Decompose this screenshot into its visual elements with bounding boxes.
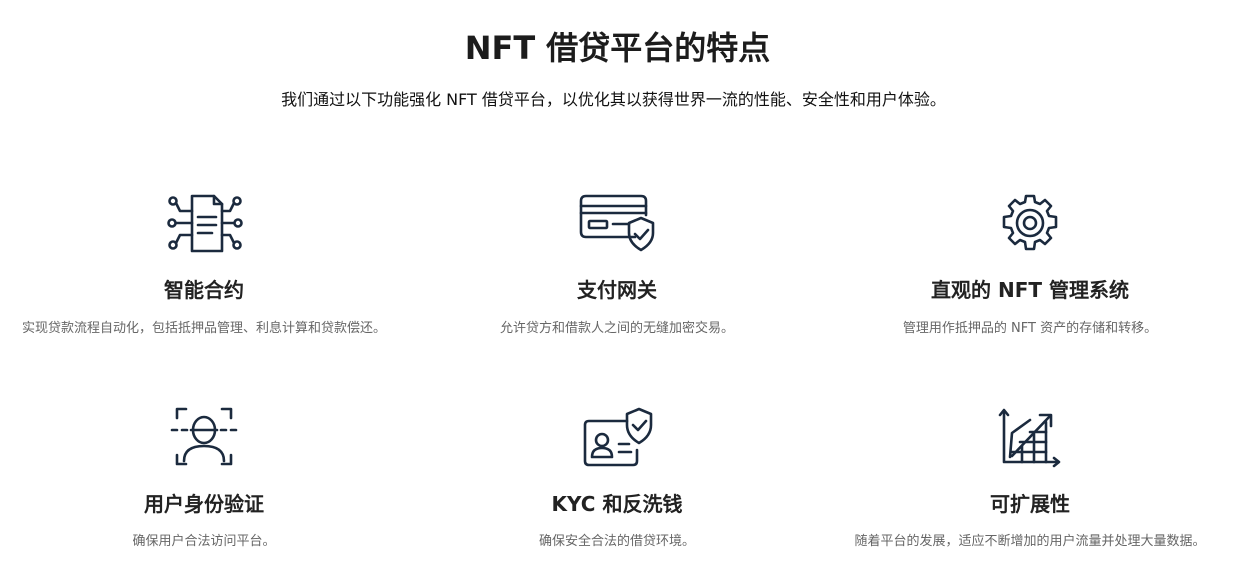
feature-title: 可扩展性 — [990, 492, 1070, 516]
feature-title: 智能合约 — [164, 278, 244, 302]
feature-description: 随着平台的发展，适应不断增加的用户流量并处理大量数据。 — [854, 534, 1206, 549]
feature-description: 确保用户合法访问平台。 — [132, 534, 276, 549]
feature-title: 支付网关 — [577, 278, 657, 302]
feature-description: 实现贷款流程自动化，包括抵押品管理、利息计算和贷款偿还。 — [21, 321, 386, 336]
growth-chart-icon — [990, 406, 1070, 468]
feature-description: 允许贷方和借款人之间的无缝加密交易。 — [499, 321, 734, 336]
page-title: NFT 借贷平台的特点 — [464, 29, 771, 67]
face-scan-icon — [164, 406, 244, 468]
page-subtitle: 我们通过以下功能强化 NFT 借贷平台，以优化其以获得世界一流的性能、安全性和用… — [281, 90, 946, 109]
gear-icon — [990, 193, 1070, 255]
feature-description: 管理用作抵押品的 NFT 资产的存储和转移。 — [902, 321, 1158, 336]
credit-card-shield-icon — [577, 193, 657, 255]
smart-contract-icon — [164, 193, 244, 255]
id-card-shield-icon — [577, 406, 657, 468]
feature-title: 用户身份验证 — [144, 492, 264, 516]
feature-title: KYC 和反洗钱 — [551, 492, 683, 516]
feature-description: 确保安全合法的借贷环境。 — [538, 534, 695, 549]
feature-title: 直观的 NFT 管理系统 — [931, 278, 1129, 302]
